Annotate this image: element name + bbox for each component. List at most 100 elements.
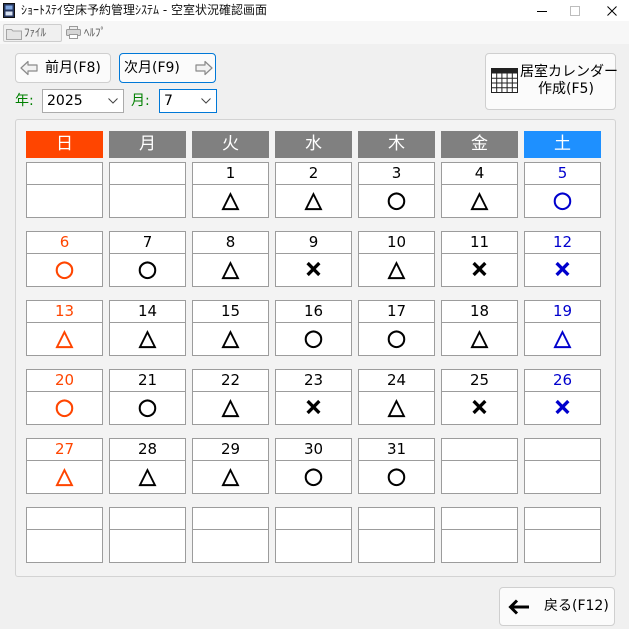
day-number: 27 bbox=[27, 439, 102, 461]
day-number bbox=[110, 163, 185, 185]
day-cell[interactable]: 7 ○ bbox=[109, 231, 186, 287]
empty-day-cell bbox=[358, 507, 435, 563]
empty-day-cell bbox=[441, 438, 518, 494]
day-cell[interactable]: 23 × bbox=[275, 369, 352, 425]
help-icon bbox=[66, 26, 81, 39]
menu-file[interactable]: ﾌｧｲﾙ bbox=[3, 24, 62, 42]
weekday-header-fri: 金 bbox=[441, 131, 518, 158]
next-month-button[interactable]: 次月(F9) bbox=[119, 53, 216, 83]
vacancy-mark: ○ bbox=[54, 257, 75, 283]
vacancy-mark: △ bbox=[222, 326, 240, 352]
calendar-grid: 1 △ 2 △ 3 ○ 4 △ 5 ○ 6 ○ 7 ○ 8 △ 9 × 10 △ 11 × 12 × 13 △ 14 △ 15 △ 16 ○ 1… bbox=[26, 162, 601, 563]
day-cell[interactable]: 12 × bbox=[524, 231, 601, 287]
maximize-button bbox=[558, 0, 592, 21]
weekday-header-row: 日月火水木金土 bbox=[26, 131, 601, 158]
vacancy-mark: ○ bbox=[54, 395, 75, 421]
day-cell[interactable]: 21 ○ bbox=[109, 369, 186, 425]
day-cell[interactable]: 8 △ bbox=[192, 231, 269, 287]
close-button[interactable] bbox=[594, 0, 629, 21]
chevron-down-icon bbox=[201, 98, 211, 104]
weekday-header-wed: 水 bbox=[275, 131, 352, 158]
month-value: 7 bbox=[164, 93, 173, 109]
empty-day-cell bbox=[524, 438, 601, 494]
day-number bbox=[110, 508, 185, 530]
prev-month-label: 前月(F8) bbox=[45, 60, 101, 76]
vacancy-mark: △ bbox=[139, 326, 157, 352]
day-cell[interactable]: 1 △ bbox=[192, 162, 269, 218]
minimize-button[interactable] bbox=[525, 0, 559, 21]
month-dropdown[interactable]: 7 bbox=[159, 89, 217, 113]
day-cell[interactable]: 3 ○ bbox=[358, 162, 435, 218]
day-number: 13 bbox=[27, 301, 102, 323]
day-number: 29 bbox=[193, 439, 268, 461]
day-cell[interactable]: 27 △ bbox=[26, 438, 103, 494]
day-cell[interactable]: 5 ○ bbox=[524, 162, 601, 218]
day-cell[interactable]: 13 △ bbox=[26, 300, 103, 356]
create-room-calendar-text: 居室カレンダー 作成(F5) bbox=[520, 64, 618, 98]
vacancy-mark bbox=[525, 530, 600, 562]
vacancy-mark: ○ bbox=[303, 326, 324, 352]
minimize-icon bbox=[537, 10, 547, 12]
day-cell[interactable]: 17 ○ bbox=[358, 300, 435, 356]
day-cell[interactable]: 18 △ bbox=[441, 300, 518, 356]
day-cell[interactable]: 6 ○ bbox=[26, 231, 103, 287]
day-cell[interactable]: 11 × bbox=[441, 231, 518, 287]
day-number bbox=[442, 439, 517, 461]
close-icon bbox=[606, 5, 617, 16]
day-cell[interactable]: 26 × bbox=[524, 369, 601, 425]
vacancy-mark: × bbox=[304, 257, 323, 283]
day-cell[interactable]: 15 △ bbox=[192, 300, 269, 356]
day-number: 5 bbox=[525, 163, 600, 185]
day-cell[interactable]: 4 △ bbox=[441, 162, 518, 218]
vacancy-mark: △ bbox=[471, 326, 489, 352]
back-button[interactable]: 戻る(F12) bbox=[499, 587, 615, 626]
prev-month-button[interactable]: 前月(F8) bbox=[15, 53, 111, 83]
menu-bar: ﾌｧｲﾙ ﾍﾙﾌﾟ bbox=[0, 21, 629, 44]
year-value: 2025 bbox=[47, 93, 83, 109]
vacancy-mark bbox=[27, 185, 102, 217]
day-number: 10 bbox=[359, 232, 434, 254]
day-number bbox=[27, 163, 102, 185]
day-cell[interactable]: 14 △ bbox=[109, 300, 186, 356]
day-cell[interactable]: 31 ○ bbox=[358, 438, 435, 494]
menu-help[interactable]: ﾍﾙﾌﾟ bbox=[66, 24, 116, 42]
vacancy-mark: ○ bbox=[137, 395, 158, 421]
day-number: 30 bbox=[276, 439, 351, 461]
day-cell[interactable]: 2 △ bbox=[275, 162, 352, 218]
day-cell[interactable]: 25 × bbox=[441, 369, 518, 425]
day-number: 7 bbox=[110, 232, 185, 254]
day-number bbox=[525, 508, 600, 530]
vacancy-calendar-panel: 日月火水木金土 1 △ 2 △ 3 ○ 4 △ 5 ○ 6 ○ 7 ○ 8 △ 9 × 10 △ 11 × 12 × 13 △ 14… bbox=[15, 119, 616, 577]
day-cell[interactable]: 30 ○ bbox=[275, 438, 352, 494]
day-cell[interactable]: 22 △ bbox=[192, 369, 269, 425]
menu-file-label: ﾌｧｲﾙ bbox=[24, 26, 46, 39]
day-cell[interactable]: 9 × bbox=[275, 231, 352, 287]
day-number: 28 bbox=[110, 439, 185, 461]
day-cell[interactable]: 16 ○ bbox=[275, 300, 352, 356]
day-number: 1 bbox=[193, 163, 268, 185]
day-number: 16 bbox=[276, 301, 351, 323]
month-label: 月: bbox=[131, 93, 150, 109]
day-cell[interactable]: 10 △ bbox=[358, 231, 435, 287]
vacancy-mark: △ bbox=[305, 188, 323, 214]
maximize-icon bbox=[570, 5, 580, 16]
day-cell[interactable]: 19 △ bbox=[524, 300, 601, 356]
weekday-header-mon: 月 bbox=[109, 131, 186, 158]
vacancy-mark: × bbox=[553, 395, 572, 421]
day-cell[interactable]: 20 ○ bbox=[26, 369, 103, 425]
create-room-calendar-button[interactable]: 居室カレンダー 作成(F5) bbox=[485, 53, 618, 110]
vacancy-mark: △ bbox=[222, 257, 240, 283]
empty-day-cell bbox=[524, 507, 601, 563]
calendar-grid-icon bbox=[491, 68, 518, 93]
day-number bbox=[442, 508, 517, 530]
app-icon bbox=[3, 3, 15, 18]
day-cell[interactable]: 24 △ bbox=[358, 369, 435, 425]
day-number: 17 bbox=[359, 301, 434, 323]
day-number bbox=[525, 439, 600, 461]
vacancy-mark: × bbox=[470, 257, 489, 283]
day-cell[interactable]: 29 △ bbox=[192, 438, 269, 494]
weekday-header-tue: 火 bbox=[192, 131, 269, 158]
day-cell[interactable]: 28 △ bbox=[109, 438, 186, 494]
vacancy-mark bbox=[525, 461, 600, 493]
year-dropdown[interactable]: 2025 bbox=[42, 89, 124, 113]
